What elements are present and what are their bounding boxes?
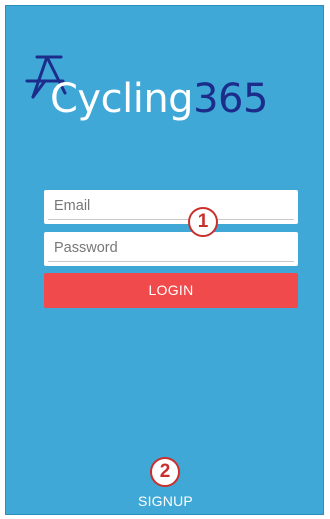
annotation-marker-2: 2 <box>150 457 180 487</box>
annotation-marker-1: 1 <box>188 207 218 237</box>
logo-wordmark: Cycling365 <box>50 79 268 119</box>
logo-text-365: 365 <box>193 76 268 122</box>
logo-text-cycling: Cycling <box>50 76 194 122</box>
password-input[interactable] <box>48 234 294 262</box>
password-field-container <box>44 232 298 266</box>
login-button[interactable]: LOGIN <box>44 273 298 308</box>
email-input[interactable] <box>48 192 294 220</box>
signup-link[interactable]: SIGNUP <box>6 493 323 509</box>
app-screen: Cycling365 LOGIN 1 2 SIGNUP <box>5 5 324 515</box>
email-field-container <box>44 190 298 224</box>
app-logo: Cycling365 <box>23 53 313 143</box>
